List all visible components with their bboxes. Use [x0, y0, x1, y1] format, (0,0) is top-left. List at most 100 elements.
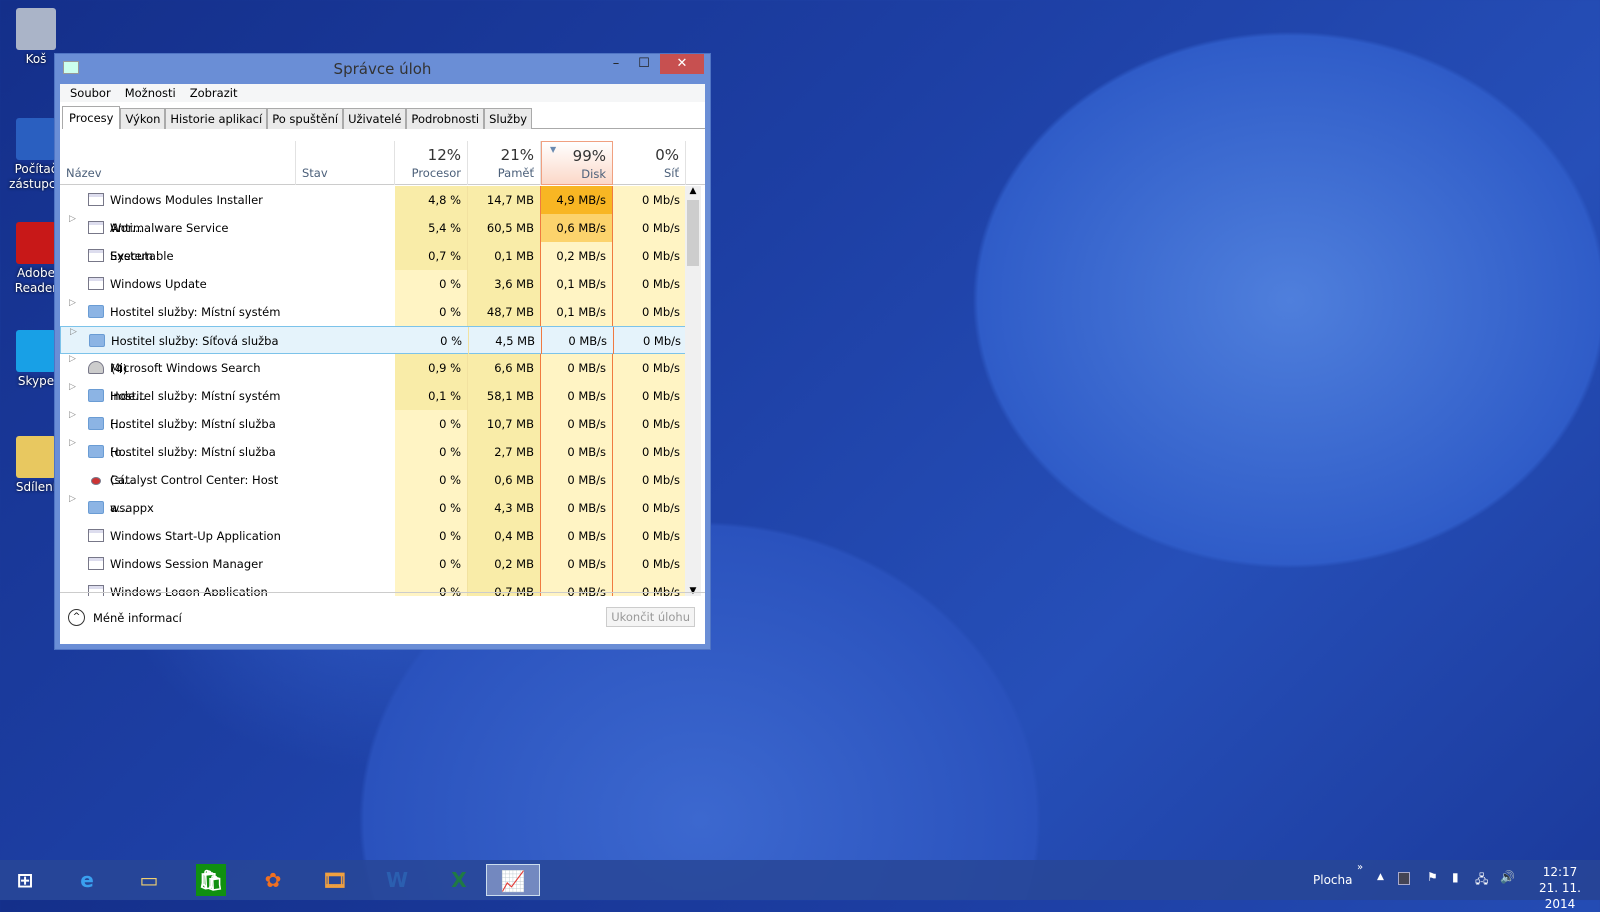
process-cpu: 4,8 % [395, 186, 468, 214]
title-bar[interactable]: Správce úloh – ☐ ✕ [55, 54, 710, 84]
minimize-button[interactable]: – [602, 54, 630, 74]
process-memory: 48,7 MB [468, 298, 541, 326]
process-row[interactable]: Hostitel služby: Místní služba (o... ▷ 0 %… [60, 410, 686, 459]
process-memory: 3,6 MB [468, 270, 541, 298]
process-cpu: 0 % [395, 550, 468, 578]
tab-historie aplikací[interactable]: Historie aplikací [165, 108, 268, 129]
column-disk[interactable]: ▼ 99% Disk [541, 141, 613, 185]
process-memory: 6,6 MB [468, 354, 541, 382]
process-row[interactable]: Microsoft Windows Search Inde... ▷ 0,9 % 6,… [60, 354, 686, 403]
keyboard-icon[interactable] [1398, 872, 1410, 885]
desktop-icon-image [16, 8, 56, 50]
process-network: 0 Mb/s [613, 242, 686, 270]
column-cpu[interactable]: 12% Procesor [395, 141, 468, 185]
taskbar-excel-icon[interactable]: X [432, 864, 486, 896]
process-network: 0 Mb/s [613, 354, 686, 382]
process-memory: 2,7 MB [468, 438, 541, 466]
footer: ^ Méně informací Ukončit úlohu [60, 592, 705, 644]
expand-chevron-icon[interactable]: ▷ [69, 298, 76, 308]
expand-chevron-icon[interactable]: ▷ [69, 494, 76, 504]
taskbar-word-icon[interactable]: W [370, 864, 424, 896]
expand-chevron-icon[interactable]: ▷ [69, 438, 76, 448]
clock-time: 12:17 [1542, 865, 1578, 879]
maximize-button[interactable]: ☐ [630, 54, 658, 74]
tab-služby[interactable]: Služby [484, 108, 533, 129]
process-network: 0 Mb/s [613, 550, 686, 578]
process-row[interactable]: Antimalware Service Executable ▷ 5,4 % 60,5… [60, 214, 686, 263]
gear-process-icon [88, 445, 104, 458]
process-disk: 0 MB/s [541, 550, 613, 578]
tab-procesy[interactable]: Procesy [62, 106, 121, 129]
menu-item[interactable]: Možnosti [118, 84, 183, 102]
cpu-total: 12% [427, 146, 461, 164]
gear-process-icon [88, 305, 104, 318]
app-process-icon [88, 221, 104, 234]
disk-label: Disk [581, 167, 606, 181]
process-row[interactable]: System 0,7 % 0,1 MB 0,2 MB/s 0 Mb/s [60, 242, 686, 270]
process-row[interactable]: Hostitel služby: Místní systém (1...▷0 %… [60, 298, 686, 347]
process-memory: 0,2 MB [468, 550, 541, 578]
process-row[interactable]: Catalyst Control Center: Host a... 0 % 0,6… [60, 466, 686, 515]
taskbar-task-manager-icon[interactable]: 📈 [486, 864, 540, 896]
process-status [296, 270, 395, 298]
taskbar-store-icon[interactable]: 🛍 [196, 864, 226, 896]
expand-chevron-icon[interactable]: ▷ [69, 214, 76, 224]
process-memory: 0,1 MB [468, 242, 541, 270]
column-name[interactable]: Název [60, 141, 296, 185]
process-row[interactable]: Windows Modules Installer Wor... 4,8 % 14,… [60, 186, 686, 235]
tab-uživatelé[interactable]: Uživatelé [343, 108, 407, 129]
tab-výkon[interactable]: Výkon [120, 108, 166, 129]
process-row[interactable]: Windows Session Manager 0 % 0,2 MB 0 MB/s 0 … [60, 550, 686, 578]
process-status [296, 494, 395, 522]
menu-item[interactable]: Zobrazit [183, 84, 245, 102]
process-disk: 0 MB/s [542, 327, 614, 355]
end-task-button[interactable]: Ukončit úlohu [606, 607, 695, 627]
menu-bar: Soubor Možnosti Zobrazit [60, 84, 705, 102]
expand-chevron-icon[interactable]: ▷ [69, 354, 76, 364]
column-memory[interactable]: 21% Paměť [468, 141, 541, 185]
clock[interactable]: 12:17 21. 11. 2014 [1525, 864, 1595, 912]
taskbar-start-icon[interactable]: ⊞ [0, 864, 52, 896]
scroll-thumb[interactable] [687, 200, 699, 266]
ati-process-icon [91, 477, 101, 485]
fewer-details-label: Méně informací [93, 610, 182, 625]
vertical-scrollbar[interactable]: ▲ ▼ [685, 186, 701, 596]
taskbar-internet-explorer-icon[interactable]: e [60, 864, 114, 896]
toolbar-chevron-icon[interactable]: » [1357, 862, 1363, 873]
taskbar-movie-maker-icon[interactable]: 🎞 [308, 864, 362, 896]
volume-icon[interactable]: 🔊 [1500, 870, 1515, 884]
network-icon[interactable]: 🖧 [1475, 870, 1488, 891]
process-network: 0 Mb/s [613, 522, 686, 550]
desktop-toolbar[interactable]: Plocha [1313, 873, 1352, 887]
process-row[interactable]: Hostitel služby: Místní systém (... ▷ 0,1 … [60, 382, 686, 431]
scroll-up-icon[interactable]: ▲ [685, 186, 701, 196]
process-row[interactable]: Hostitel služby: Místní služba (sí... ▷ 0 … [60, 438, 686, 487]
process-cpu: 0 % [395, 494, 468, 522]
taskbar-photos-icon[interactable]: ✿ [246, 864, 300, 896]
process-memory: 60,5 MB [468, 214, 541, 242]
column-network[interactable]: 0% Síť [613, 141, 686, 185]
battery-icon[interactable]: ▮ [1452, 870, 1459, 884]
process-cpu: 0 % [396, 327, 469, 355]
expand-chevron-icon[interactable]: ▷ [70, 327, 77, 337]
process-row[interactable]: wsappx ▷ 0 % 4,3 MB 0 MB/s 0 Mb/s [60, 494, 686, 522]
menu-item[interactable]: Soubor [63, 84, 118, 102]
show-hidden-icons[interactable]: ▲ [1377, 872, 1384, 882]
tab-podrobnosti[interactable]: Podrobnosti [406, 108, 485, 129]
process-disk: 0,1 MB/s [541, 298, 613, 326]
column-status[interactable]: Stav [296, 141, 395, 185]
expand-chevron-icon[interactable]: ▷ [69, 382, 76, 392]
taskbar-file-explorer-icon[interactable]: ▭ [122, 864, 176, 896]
process-row[interactable]: Windows Start-Up Application 0 % 0,4 MB 0 M… [60, 522, 686, 550]
process-row[interactable]: Windows Update 0 % 3,6 MB 0,1 MB/s 0 Mb/s [60, 270, 686, 298]
tab-po spuštění[interactable]: Po spuštění [267, 108, 344, 129]
gear-process-icon [89, 334, 105, 347]
tab-bar: Procesy Výkon Historie aplikací Po spuštění… [62, 106, 705, 129]
process-cpu: 0 % [395, 410, 468, 438]
taskbar: ⊞ e ▭ 🛍 ✿ 🎞 W X 📈 Plocha » ▲ ⚑ ▮ 🖧 🔊 12:17 21. 11… [0, 860, 1600, 911]
action-center-flag-icon[interactable]: ⚑ [1427, 870, 1438, 884]
process-row[interactable]: Hostitel služby: Síťová služba (4) ▷ 0 % 4,… [60, 326, 686, 376]
close-button[interactable]: ✕ [660, 54, 704, 74]
fewer-details-button[interactable]: ^ Méně informací [68, 609, 182, 626]
expand-chevron-icon[interactable]: ▷ [69, 410, 76, 420]
